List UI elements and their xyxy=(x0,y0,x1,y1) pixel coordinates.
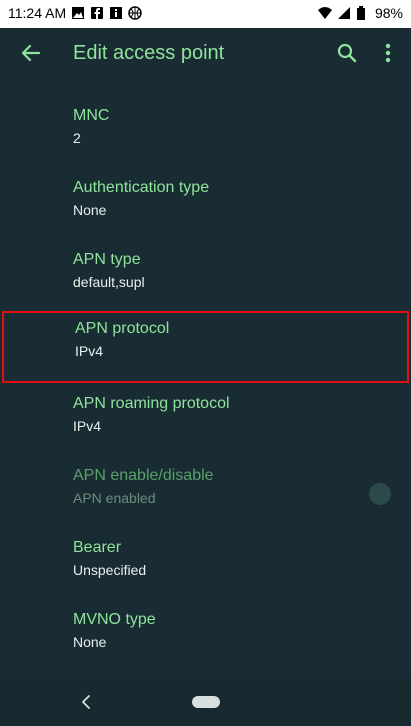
setting-label: Authentication type xyxy=(73,179,210,196)
setting-apn-protocol[interactable]: APN protocol IPv4 xyxy=(2,311,409,383)
facebook-icon xyxy=(90,6,104,20)
setting-label: APN type xyxy=(73,251,141,268)
nav-back-icon[interactable] xyxy=(78,692,94,712)
setting-apn-roaming-protocol[interactable]: APN roaming protocol IPv4 xyxy=(0,386,411,458)
setting-label: MNC xyxy=(73,107,110,124)
setting-value: default,supl xyxy=(73,274,145,290)
apn-enable-toggle xyxy=(369,483,391,505)
setting-label: APN enable/disable xyxy=(73,467,214,484)
setting-label: APN protocol xyxy=(75,320,170,337)
setting-mvno-type[interactable]: MVNO type None xyxy=(0,602,411,674)
setting-value: IPv4 xyxy=(73,418,102,434)
setting-label: APN roaming protocol xyxy=(73,395,230,412)
page-title: Edit access point xyxy=(73,42,225,64)
setting-mnc[interactable]: MNC 2 xyxy=(0,98,411,170)
more-vert-icon[interactable] xyxy=(378,40,398,66)
arrow-left-icon[interactable] xyxy=(18,40,44,66)
setting-authentication-type[interactable]: Authentication type None xyxy=(0,170,411,242)
setting-value: APN enabled xyxy=(73,490,156,506)
setting-label: Bearer xyxy=(73,539,122,556)
setting-label: MVNO type xyxy=(73,611,156,628)
navigation-bar xyxy=(0,678,411,726)
battery-percent: 98% xyxy=(374,5,403,21)
wifi-icon xyxy=(317,6,332,20)
status-time: 11:24 AM xyxy=(8,5,67,21)
setting-value: 2 xyxy=(73,130,81,146)
status-bar: 11:24 AM 98% xyxy=(0,0,411,28)
setting-value: None xyxy=(73,202,107,218)
search-icon[interactable] xyxy=(334,40,360,66)
signal-icon xyxy=(337,6,351,20)
setting-value: None xyxy=(73,634,107,650)
setting-bearer[interactable]: Bearer Unspecified xyxy=(0,530,411,602)
setting-value: Unspecified xyxy=(73,562,147,578)
basketball-icon xyxy=(128,6,142,20)
image-icon xyxy=(71,6,85,20)
battery-icon xyxy=(356,6,370,20)
status-left: 11:24 AM xyxy=(8,5,142,21)
home-pill-icon[interactable] xyxy=(192,696,220,708)
setting-value: IPv4 xyxy=(75,343,104,359)
info-icon xyxy=(109,6,123,20)
setting-apn-type[interactable]: APN type default,supl xyxy=(0,242,411,314)
app-bar: Edit access point xyxy=(0,28,411,80)
status-right: 98% xyxy=(317,5,403,21)
setting-apn-enable-disable: APN enable/disable APN enabled xyxy=(0,458,411,530)
